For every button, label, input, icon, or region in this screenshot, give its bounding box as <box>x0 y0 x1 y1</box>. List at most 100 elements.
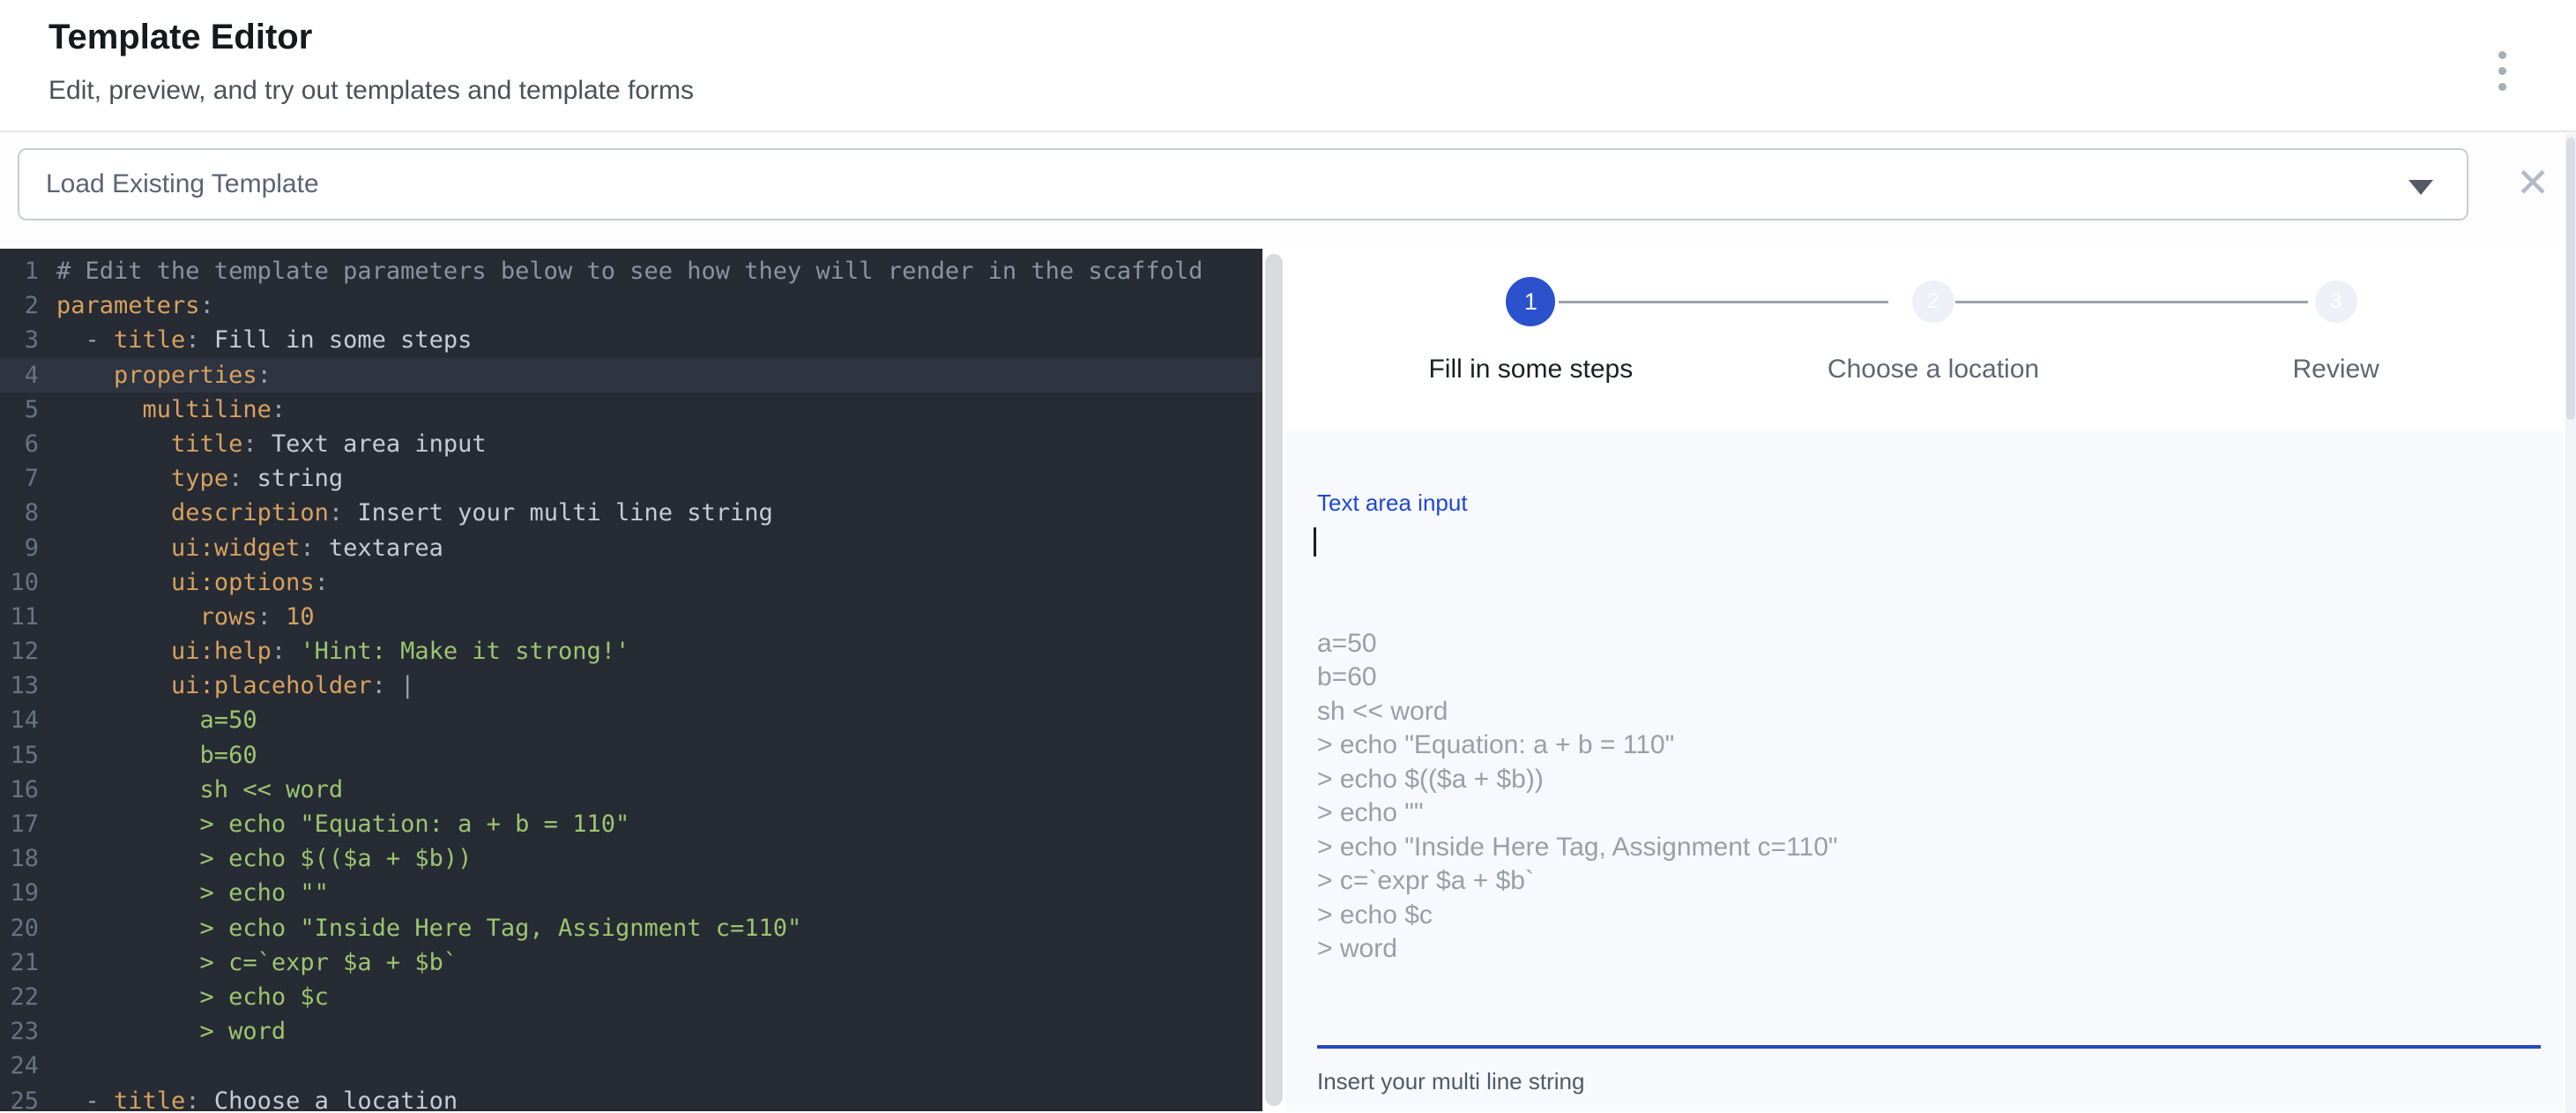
code-line[interactable]: 24 <box>0 1049 1262 1083</box>
code-line[interactable]: 2parameters: <box>0 288 1262 323</box>
code-line[interactable]: 1# Edit the template parameters below to… <box>0 254 1262 288</box>
code-line[interactable]: 16 sh << word <box>0 773 1262 807</box>
code-text: properties: <box>56 358 1262 392</box>
code-line[interactable]: 4 properties: <box>0 358 1262 392</box>
line-number: 1 <box>0 254 56 288</box>
step-choose-a-location[interactable]: 2 Choose a location <box>1732 249 2135 431</box>
code-line[interactable]: 25 - title: Choose a location <box>0 1084 1262 1112</box>
page-header: Template Editor Edit, preview, and try o… <box>0 0 2576 132</box>
placeholder-line: > echo $c <box>1317 899 2541 933</box>
code-line[interactable]: 15 b=60 <box>0 738 1262 773</box>
code-text: a=50 <box>56 703 1262 737</box>
token-punct: : <box>272 638 301 665</box>
line-number: 11 <box>0 600 56 634</box>
code-text: rows: 10 <box>56 600 1262 634</box>
token-key: properties <box>114 362 257 389</box>
code-line[interactable]: 18 > echo $(($a + $b)) <box>0 841 1262 876</box>
token-punct <box>56 362 114 389</box>
line-number: 2 <box>0 288 56 323</box>
code-line[interactable]: 20 > echo "Inside Here Tag, Assignment c… <box>0 911 1262 945</box>
token-punct: - <box>56 1087 114 1112</box>
token-punct: : <box>272 396 286 423</box>
line-number: 3 <box>0 323 56 357</box>
editor-scrollbar-thumb[interactable] <box>1265 254 1283 1106</box>
token-comment: # Edit the template parameters below to … <box>56 258 1202 285</box>
token-punct: : <box>315 569 329 596</box>
line-number: 20 <box>0 911 56 945</box>
step-fill-in-some-steps[interactable]: 1Fill in some steps <box>1329 249 1732 431</box>
code-line[interactable]: 6 title: Text area input <box>0 427 1262 461</box>
text-cursor <box>1314 527 1316 556</box>
code-line[interactable]: 17 > echo "Equation: a + b = 110" <box>0 807 1262 841</box>
step-review[interactable]: 3 Review <box>2134 249 2537 431</box>
token-punct: - <box>56 326 114 354</box>
token-punct <box>56 569 171 596</box>
token-num: 10 <box>286 603 315 631</box>
clear-selection-button[interactable]: ✕ <box>2502 152 2564 213</box>
step-number-badge: 2 <box>1912 280 1954 323</box>
load-template-select[interactable]: Load Existing Template <box>18 148 2468 220</box>
code-text: ui:help: 'Hint: Make it strong!' <box>56 634 1262 669</box>
code-line[interactable]: 10 ui:options: <box>0 565 1262 600</box>
token-punct: : <box>372 672 401 699</box>
code-text: ui:options: <box>56 565 1262 600</box>
code-text: > c=`expr $a + $b` <box>56 945 1262 980</box>
code-line[interactable]: 11 rows: 10 <box>0 600 1262 634</box>
code-text: parameters: <box>56 288 1262 323</box>
yaml-code-editor[interactable]: 1# Edit the template parameters below to… <box>0 249 1262 1111</box>
code-text: type: string <box>56 461 1262 496</box>
line-number: 7 <box>0 461 56 496</box>
code-line[interactable]: 5 multiline: <box>0 392 1262 427</box>
code-line[interactable]: 21 > c=`expr $a + $b` <box>0 945 1262 980</box>
textarea-input[interactable]: a=50b=60sh << word> echo "Equation: a + … <box>1317 525 2541 1035</box>
code-line[interactable]: 22 > echo $c <box>0 980 1262 1014</box>
page-scrollbar-thumb[interactable] <box>2566 138 2575 420</box>
step-form-card: Text area input a=50b=60sh << word> echo… <box>1285 431 2564 1111</box>
code-text: > echo "Inside Here Tag, Assignment c=11… <box>56 911 1262 945</box>
token-punct: : <box>242 430 272 458</box>
token-punct: | <box>400 672 414 699</box>
code-text: > echo "Equation: a + b = 110" <box>56 807 1262 841</box>
line-number: 13 <box>0 669 56 703</box>
token-str: > word <box>56 1018 286 1045</box>
code-line[interactable]: 7 type: string <box>0 461 1262 496</box>
token-key: rows <box>200 603 257 631</box>
editor-scrollbar-track <box>1262 249 1285 1111</box>
line-number: 6 <box>0 427 56 461</box>
code-line[interactable]: 3 - title: Fill in some steps <box>0 323 1262 357</box>
token-punct <box>56 396 143 423</box>
code-text: ui:placeholder: | <box>56 669 1262 703</box>
code-line[interactable]: 23 > word <box>0 1014 1262 1049</box>
placeholder-line: > echo "Inside Here Tag, Assignment c=11… <box>1317 831 2541 865</box>
step-label: Choose a location <box>1828 355 2039 385</box>
code-line[interactable]: 8 description: Insert your multi line st… <box>0 496 1262 530</box>
token-punct <box>56 465 171 492</box>
kebab-menu-icon[interactable] <box>2481 39 2523 102</box>
code-text: sh << word <box>56 773 1262 807</box>
token-key: title <box>114 326 185 354</box>
step-label: Review <box>2292 355 2379 385</box>
main-split: 1# Edit the template parameters below to… <box>0 249 2576 1111</box>
line-number: 16 <box>0 773 56 807</box>
step-number-badge: 1 <box>1506 277 1555 326</box>
token-str: > echo $c <box>56 983 329 1011</box>
line-number: 4 <box>0 358 56 392</box>
placeholder-line: > echo $(($a + $b)) <box>1317 763 2541 797</box>
token-punct: : <box>300 534 329 562</box>
token-punct: : <box>185 326 214 354</box>
line-number: 15 <box>0 738 56 773</box>
field-label: Text area input <box>1317 489 2541 517</box>
token-val: Choose a location <box>214 1087 458 1112</box>
code-line[interactable]: 14 a=50 <box>0 703 1262 737</box>
code-line[interactable]: 9 ui:widget: textarea <box>0 531 1262 565</box>
step-number-badge: 3 <box>2315 280 2357 323</box>
code-line[interactable]: 13 ui:placeholder: | <box>0 669 1262 703</box>
line-number: 19 <box>0 876 56 910</box>
code-text <box>56 1049 1262 1083</box>
code-text: b=60 <box>56 738 1262 773</box>
code-line[interactable]: 12 ui:help: 'Hint: Make it strong!' <box>0 634 1262 669</box>
token-str: b=60 <box>56 742 257 769</box>
code-line[interactable]: 19 > echo "" <box>0 876 1262 910</box>
token-punct: : <box>329 499 358 527</box>
token-punct <box>56 534 171 562</box>
